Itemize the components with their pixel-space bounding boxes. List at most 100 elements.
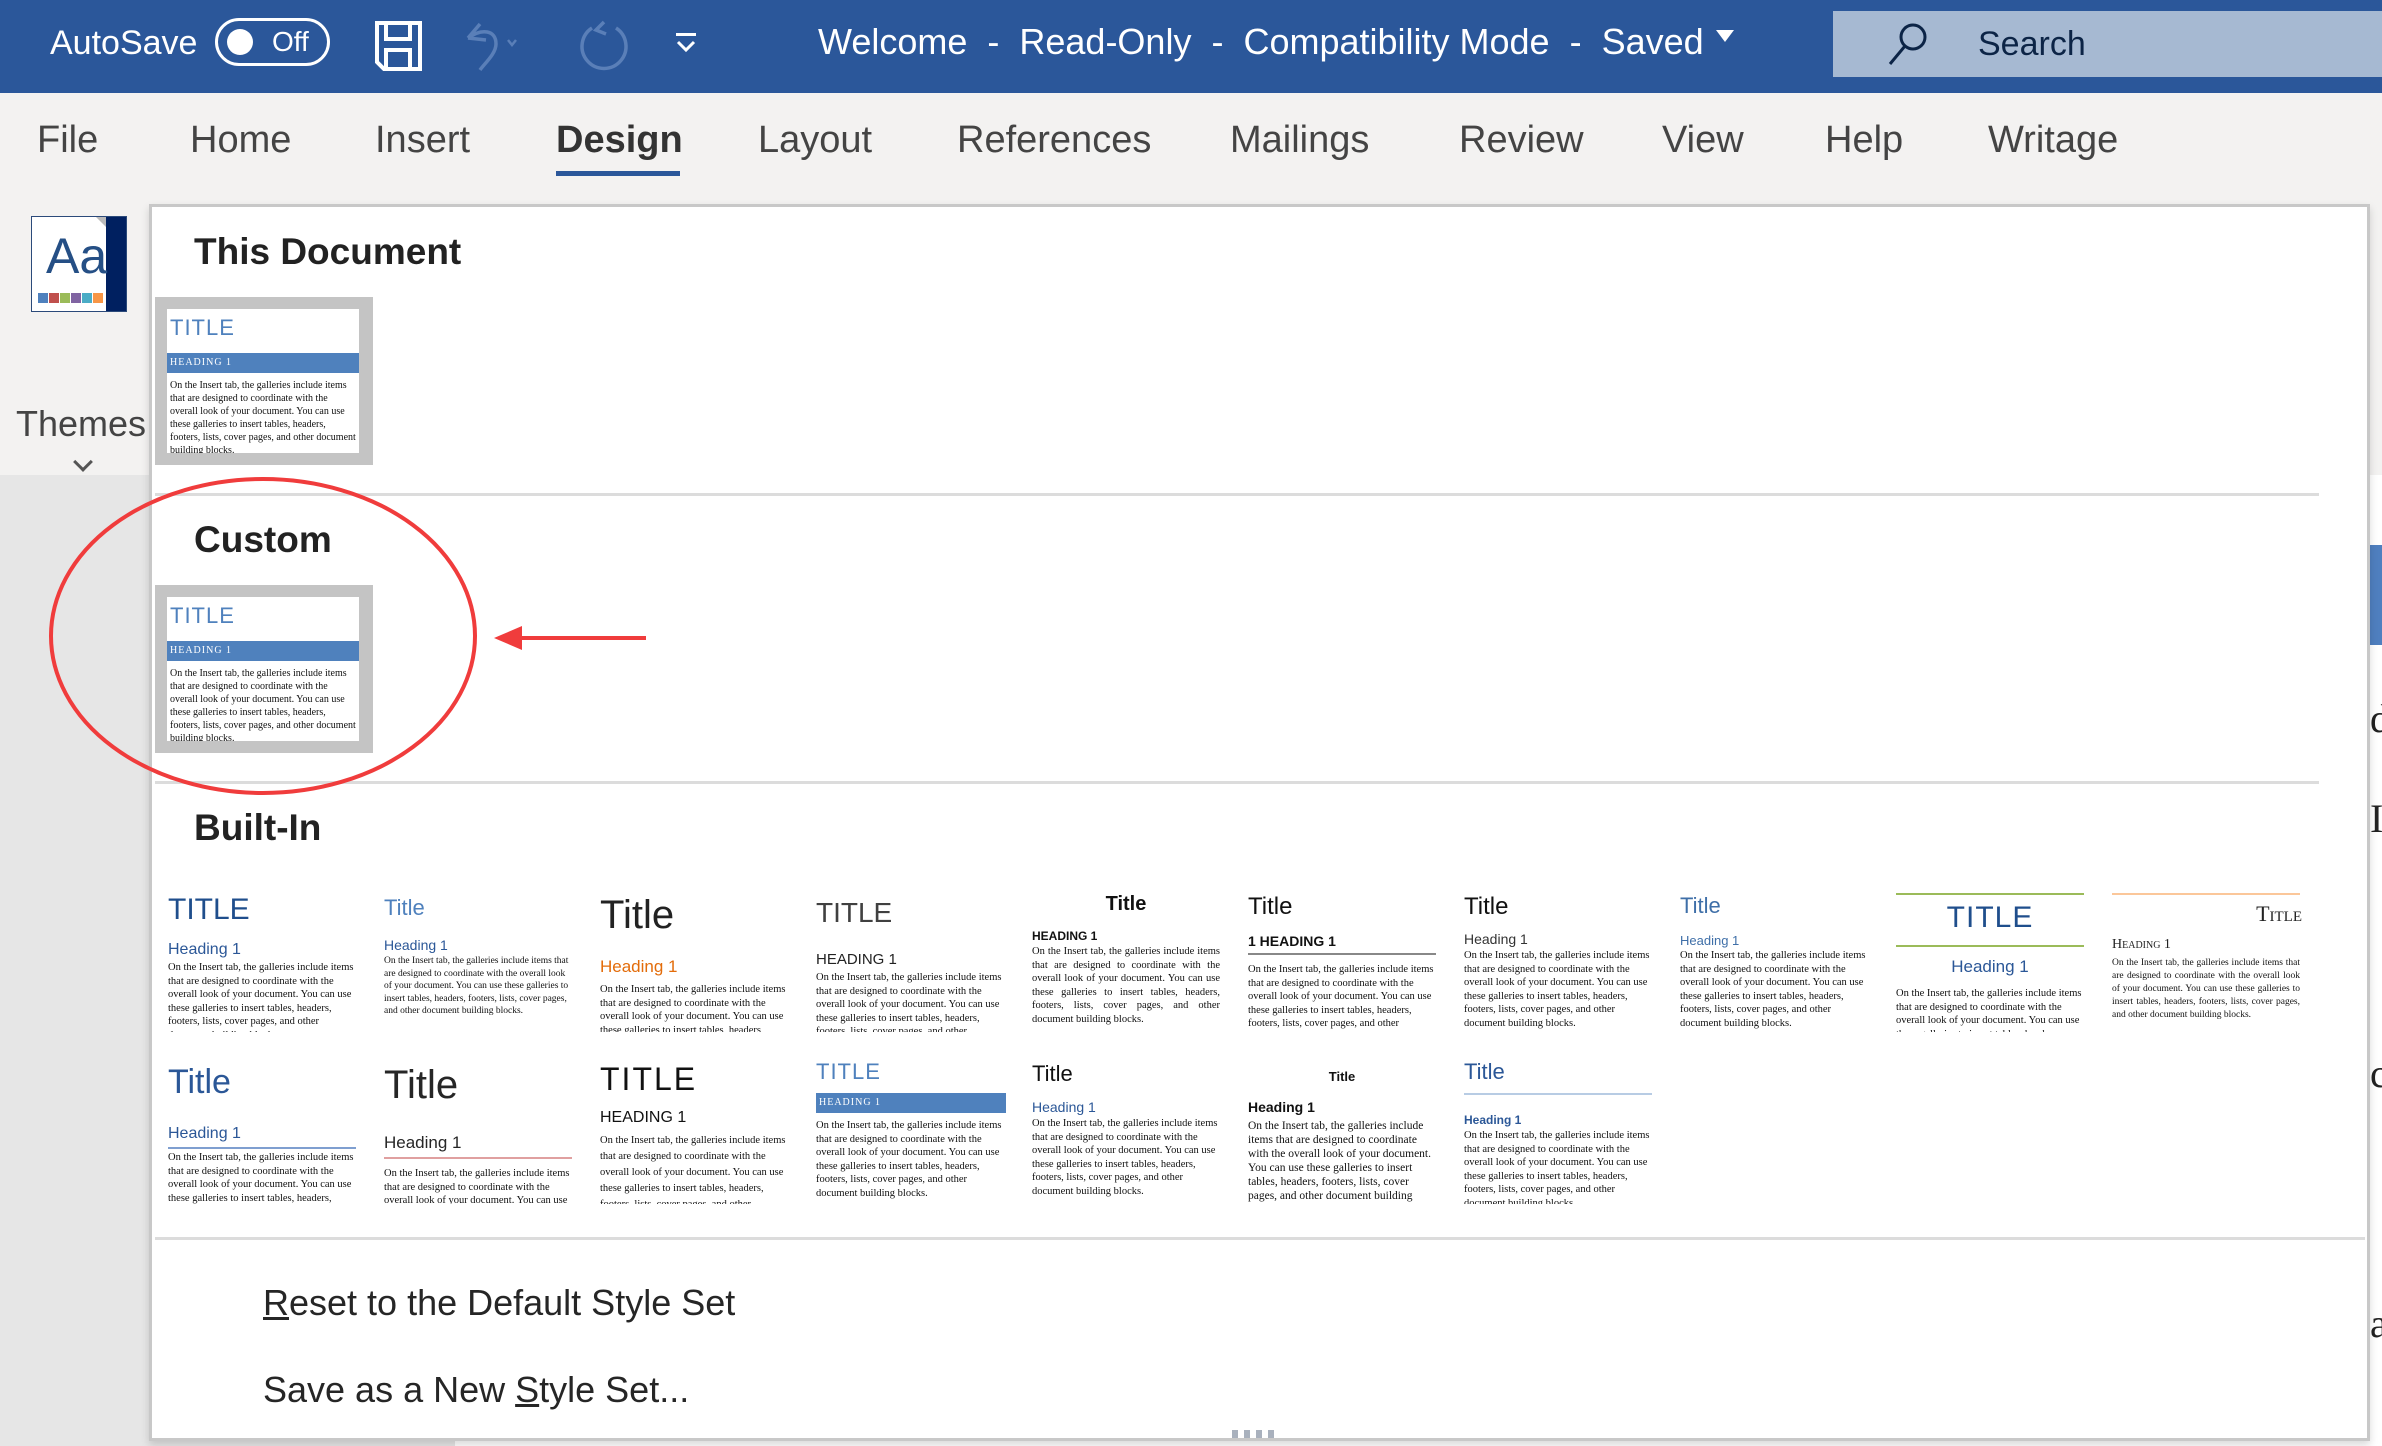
tab-references[interactable]: References (957, 115, 1151, 165)
autosave-label: AutoSave (50, 24, 198, 62)
thumb-heading: HEADING 1 (816, 951, 897, 968)
tab-mailings[interactable]: Mailings (1230, 115, 1369, 165)
style-thumb-builtin[interactable]: Title Heading 1 On the Insert tab, the g… (2112, 887, 2302, 1032)
color-swatch (49, 293, 59, 303)
save-as-new-style-set[interactable]: Save as a New Style Set... (263, 1369, 689, 1411)
thumb-title: Title (384, 1063, 459, 1107)
color-swatch (60, 293, 70, 303)
resize-grip[interactable] (1232, 1425, 1282, 1438)
heading-rule (168, 1147, 356, 1149)
style-thumb-builtin[interactable]: TITLE HEADING 1 On the Insert tab, the g… (600, 1059, 790, 1204)
style-thumb-builtin[interactable]: Title Heading 1 On the Insert tab, the g… (1680, 887, 1870, 1032)
thumb-title: TITLE (816, 1059, 881, 1084)
title-rule (1464, 1093, 1652, 1095)
thumb-title: TITLE (168, 893, 250, 926)
accelerator-key: S (515, 1369, 540, 1410)
document-title: Welcome - Read-Only - Compatibility Mode… (818, 21, 1704, 62)
thumb-title: TITLE (1946, 901, 2034, 934)
tab-file[interactable]: File (37, 115, 98, 165)
tab-writage[interactable]: Writage (1988, 115, 2118, 165)
style-thumb-this-document[interactable]: TITLE HEADING 1 On the Insert tab, the g… (155, 297, 373, 465)
document-text-fragment: a (2370, 1301, 2382, 1346)
thumb-title: TITLE (170, 315, 235, 340)
style-thumb-builtin[interactable]: Title Heading 1 On the Insert tab, the g… (1248, 1059, 1438, 1204)
style-set-gallery: This Document TITLE HEADING 1 On the Ins… (149, 204, 2370, 1441)
thumb-body: On the Insert tab, the galleries include… (1464, 1130, 1650, 1204)
style-thumb-builtin[interactable]: TITLE Heading 1 On the Insert tab, the g… (1896, 887, 2086, 1032)
thumb-body: On the Insert tab, the galleries include… (384, 1168, 570, 1204)
thumb-body: On the Insert tab, the galleries include… (384, 956, 569, 1016)
style-thumb-builtin[interactable]: Title Heading 1 On the Insert tab, the g… (384, 887, 574, 1032)
reset-default-style-set[interactable]: Reset to the Default Style Set (263, 1282, 735, 1324)
title-rule-bottom (1896, 945, 2084, 947)
color-swatch (93, 293, 103, 303)
style-thumb-builtin[interactable]: Title Heading 1 On the Insert tab, the g… (1464, 887, 1654, 1032)
accelerator-key: R (263, 1282, 289, 1323)
thumb-body: On the Insert tab, the galleries include… (1248, 1120, 1432, 1202)
themes-icon: Aa (31, 216, 127, 312)
thumb-heading: Heading 1 (384, 1133, 462, 1152)
thumb-title: TITLE (816, 897, 893, 928)
customize-quick-access-icon[interactable] (675, 32, 697, 61)
themes-label: Themes (16, 403, 147, 444)
tab-help[interactable]: Help (1825, 115, 1903, 165)
thumb-body: On the Insert tab, the galleries include… (816, 972, 1002, 1032)
heading-rule (384, 1157, 572, 1159)
style-thumb-builtin[interactable]: Title Heading 1 On the Insert tab, the g… (1464, 1059, 1654, 1204)
style-thumb-builtin[interactable]: Title 1 HEADING 1 On the Insert tab, the… (1248, 887, 1438, 1032)
thumb-title: Title (1464, 893, 1509, 920)
thumb-heading: Heading 1 (1032, 1099, 1096, 1115)
search-box[interactable]: Search (1833, 11, 2382, 77)
tab-design[interactable]: Design (556, 115, 683, 165)
autosave-toggle[interactable]: Off (215, 18, 330, 66)
themes-button[interactable]: Aa Themes (10, 203, 150, 473)
tab-review[interactable]: Review (1459, 115, 1584, 165)
style-thumb-builtin[interactable]: Title Heading 1 On the Insert tab, the g… (384, 1059, 574, 1204)
thumb-body: On the Insert tab, the galleries include… (816, 1120, 1002, 1199)
thumb-heading: Heading 1 (1951, 957, 2029, 976)
title-rule-top (2112, 893, 2300, 895)
themes-icon-spine (106, 217, 126, 311)
thumb-title: Title (1032, 1061, 1073, 1086)
thumb-body: On the Insert tab, the galleries include… (170, 668, 356, 741)
thumb-title: TITLE (170, 603, 235, 628)
style-thumb-builtin[interactable]: Title HEADING 1 On the Insert tab, the g… (1032, 887, 1222, 1032)
color-swatch (82, 293, 92, 303)
undo-icon[interactable] (462, 20, 522, 77)
redo-icon[interactable] (576, 20, 630, 79)
thumb-title: Title (1328, 1069, 1356, 1084)
style-thumb-builtin[interactable]: TITLE HEADING 1 On the Insert tab, the g… (816, 887, 1006, 1032)
save-icon[interactable] (374, 20, 424, 77)
search-input[interactable]: Search (1978, 23, 2086, 65)
thumb-title: Title (1464, 1059, 1505, 1084)
thumb-heading: HEADING 1 (167, 353, 359, 373)
tab-layout[interactable]: Layout (758, 115, 872, 165)
thumb-heading: HEADING 1 (600, 1109, 687, 1126)
grip-dot (1244, 1430, 1250, 1438)
thumb-heading: Heading 1 (168, 941, 241, 958)
thumb-title: Title (168, 1063, 231, 1101)
thumb-body: On the Insert tab, the galleries include… (168, 1152, 354, 1204)
style-thumb-builtin[interactable]: TITLE Heading 1 On the Insert tab, the g… (168, 887, 358, 1032)
tab-insert[interactable]: Insert (375, 115, 470, 165)
document-text-fragment: c (2370, 1051, 2382, 1096)
style-thumb-builtin[interactable]: Title Heading 1 On the Insert tab, the g… (600, 887, 790, 1032)
thumb-heading: Heading 1 (168, 1125, 241, 1142)
themes-icon-fold (96, 217, 106, 227)
tab-home[interactable]: Home (190, 115, 291, 165)
thumb-heading: Heading 1 (600, 957, 678, 976)
thumb-body: On the Insert tab, the galleries include… (168, 962, 354, 1032)
title-dropdown-icon[interactable] (1716, 30, 1734, 42)
thumb-body: On the Insert tab, the galleries include… (600, 1135, 786, 1204)
search-icon (1885, 21, 1931, 72)
style-thumb-builtin[interactable]: TITLE HEADING 1 On the Insert tab, the g… (816, 1059, 1006, 1204)
style-thumb-builtin[interactable]: Title Heading 1 On the Insert tab, the g… (1032, 1059, 1222, 1204)
style-thumb-builtin[interactable]: Title Heading 1 On the Insert tab, the g… (168, 1059, 358, 1204)
grip-dot (1256, 1430, 1262, 1438)
document-text-fragment: d (2370, 696, 2382, 741)
tab-view[interactable]: View (1662, 115, 1744, 165)
title-bar: AutoSave Off Welcome - Read-Only - Compa… (0, 0, 2382, 93)
style-thumb-custom[interactable]: TITLE HEADING 1 On the Insert tab, the g… (155, 585, 373, 753)
thumb-title: TITLE (600, 1061, 698, 1097)
themes-icon-text: Aa (46, 228, 108, 284)
